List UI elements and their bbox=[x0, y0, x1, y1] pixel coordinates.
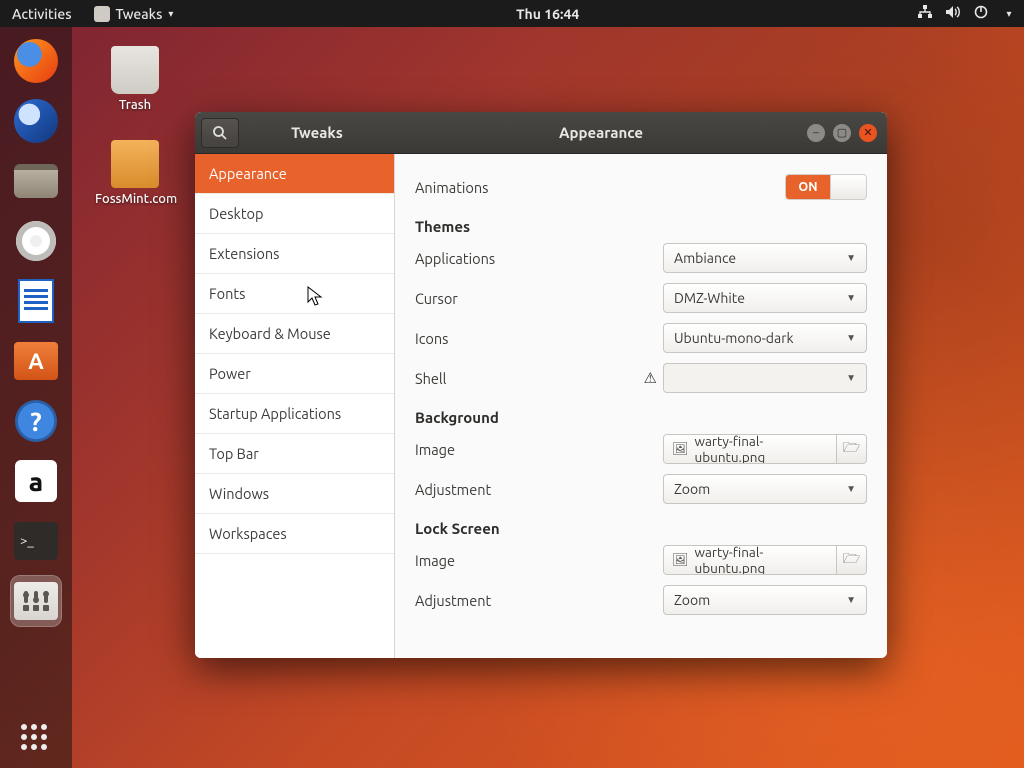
dock-rhythmbox[interactable] bbox=[10, 215, 62, 267]
lock-adjust-combo[interactable]: Zoom ▼ bbox=[663, 585, 867, 615]
switch-on-label: ON bbox=[786, 175, 830, 199]
window-controls: – ▢ ✕ bbox=[807, 124, 887, 142]
tweaks-window: Tweaks Appearance – ▢ ✕ Appearance Deskt… bbox=[195, 112, 887, 658]
combo-value: Zoom bbox=[674, 592, 846, 608]
document-open-icon: 🗁 bbox=[843, 437, 860, 461]
image-icon: 🖼 bbox=[672, 553, 689, 568]
desktop: Activities Tweaks ▾ Thu 16:44 ▾ bbox=[0, 0, 1024, 768]
trash-icon bbox=[111, 46, 159, 94]
sidebar-item-desktop[interactable]: Desktop bbox=[195, 194, 394, 234]
power-icon[interactable] bbox=[972, 5, 990, 22]
search-icon bbox=[212, 125, 228, 141]
dock-ubuntu-software[interactable]: A bbox=[10, 335, 62, 387]
chevron-down-icon: ▼ bbox=[846, 594, 856, 606]
dock-tweaks[interactable] bbox=[10, 575, 62, 627]
bg-adjust-combo[interactable]: Zoom ▼ bbox=[663, 474, 867, 504]
dock-amazon[interactable]: a bbox=[10, 455, 62, 507]
dock-firefox[interactable] bbox=[10, 35, 62, 87]
chevron-down-icon: ▼ bbox=[846, 483, 856, 495]
switch-knob bbox=[830, 175, 866, 199]
dock-terminal[interactable]: >_ bbox=[10, 515, 62, 567]
icons-label: Icons bbox=[415, 330, 663, 347]
folder-icon bbox=[111, 140, 159, 188]
window-title-page: Appearance bbox=[395, 124, 807, 141]
dock-thunderbird[interactable] bbox=[10, 95, 62, 147]
combo-value: Ubuntu-mono-dark bbox=[674, 330, 846, 346]
combo-value: DMZ-White bbox=[674, 290, 846, 306]
chevron-down-icon: ▼ bbox=[846, 372, 856, 384]
bg-adjust-label: Adjustment bbox=[415, 481, 663, 498]
section-themes: Themes bbox=[415, 218, 867, 235]
applications-combo[interactable]: Ambiance ▼ bbox=[663, 243, 867, 273]
cursor-combo[interactable]: DMZ-White ▼ bbox=[663, 283, 867, 313]
lock-image-picker[interactable]: 🖼 warty-final-ubuntu.png 🗁 bbox=[663, 545, 867, 575]
chevron-down-icon: ▼ bbox=[846, 252, 856, 264]
icons-combo[interactable]: Ubuntu-mono-dark ▼ bbox=[663, 323, 867, 353]
animations-label: Animations bbox=[415, 179, 785, 196]
window-title-app: Tweaks bbox=[239, 124, 395, 141]
volume-icon[interactable] bbox=[944, 5, 962, 22]
system-menu-chevron-icon[interactable]: ▾ bbox=[1000, 8, 1018, 20]
combo-value: Zoom bbox=[674, 481, 846, 497]
sidebar-item-fonts[interactable]: Fonts bbox=[195, 274, 394, 314]
app-menu-label: Tweaks bbox=[116, 6, 163, 22]
desktop-icon-folder[interactable]: FossMint.com bbox=[95, 140, 175, 206]
dock-libreoffice-writer[interactable] bbox=[10, 275, 62, 327]
warning-icon: ⚠ bbox=[644, 369, 657, 387]
dock-help[interactable]: ? bbox=[10, 395, 62, 447]
panel-clock[interactable]: Thu 16:44 bbox=[179, 6, 916, 22]
lock-image-label: Image bbox=[415, 552, 663, 569]
app-menu[interactable]: Tweaks ▾ bbox=[88, 6, 180, 22]
section-lock-screen: Lock Screen bbox=[415, 520, 867, 537]
desktop-icon-label: Trash bbox=[95, 98, 175, 112]
document-open-icon: 🗁 bbox=[843, 548, 860, 572]
desktop-icon-trash[interactable]: Trash bbox=[95, 46, 175, 112]
bg-image-picker[interactable]: 🖼 warty-final-ubuntu.png 🗁 bbox=[663, 434, 867, 464]
sidebar-item-windows[interactable]: Windows bbox=[195, 474, 394, 514]
sidebar-item-keyboard-mouse[interactable]: Keyboard & Mouse bbox=[195, 314, 394, 354]
desktop-icon-label: FossMint.com bbox=[95, 192, 175, 206]
sidebar-item-workspaces[interactable]: Workspaces bbox=[195, 514, 394, 554]
file-value: warty-final-ubuntu.png bbox=[695, 434, 828, 464]
file-open-button[interactable]: 🗁 bbox=[836, 435, 866, 463]
bg-image-label: Image bbox=[415, 441, 663, 458]
show-applications-button[interactable] bbox=[21, 724, 51, 754]
dock: A ? a >_ bbox=[0, 27, 72, 768]
section-background: Background bbox=[415, 409, 867, 426]
sidebar-item-startup-applications[interactable]: Startup Applications bbox=[195, 394, 394, 434]
sidebar-item-power[interactable]: Power bbox=[195, 354, 394, 394]
applications-label: Applications bbox=[415, 250, 663, 267]
chevron-down-icon: ▼ bbox=[846, 292, 856, 304]
window-titlebar[interactable]: Tweaks Appearance – ▢ ✕ bbox=[195, 112, 887, 154]
file-open-button[interactable]: 🗁 bbox=[836, 546, 866, 574]
file-value: warty-final-ubuntu.png bbox=[695, 545, 828, 575]
combo-value: Ambiance bbox=[674, 250, 846, 266]
shell-label: Shell bbox=[415, 370, 644, 387]
app-menu-icon bbox=[94, 6, 110, 22]
sidebar-item-top-bar[interactable]: Top Bar bbox=[195, 434, 394, 474]
sidebar-item-extensions[interactable]: Extensions bbox=[195, 234, 394, 274]
activities-button[interactable]: Activities bbox=[6, 6, 78, 22]
shell-combo: ▼ bbox=[663, 363, 867, 393]
sidebar-item-appearance[interactable]: Appearance bbox=[195, 154, 394, 194]
cursor-label: Cursor bbox=[415, 290, 663, 307]
dock-files[interactable] bbox=[10, 155, 62, 207]
content-pane: Animations ON Themes Applications Ambian… bbox=[395, 154, 887, 658]
network-icon[interactable] bbox=[916, 5, 934, 22]
lock-adjust-label: Adjustment bbox=[415, 592, 663, 609]
sidebar: Appearance Desktop Extensions Fonts Keyb… bbox=[195, 154, 395, 658]
search-button[interactable] bbox=[201, 118, 239, 148]
window-maximize-button[interactable]: ▢ bbox=[833, 124, 851, 142]
window-close-button[interactable]: ✕ bbox=[859, 124, 877, 142]
chevron-down-icon: ▼ bbox=[846, 332, 856, 344]
image-icon: 🖼 bbox=[672, 442, 689, 457]
window-minimize-button[interactable]: – bbox=[807, 124, 825, 142]
top-panel: Activities Tweaks ▾ Thu 16:44 ▾ bbox=[0, 0, 1024, 27]
animations-switch[interactable]: ON bbox=[785, 174, 867, 200]
chevron-down-icon: ▾ bbox=[168, 8, 173, 20]
